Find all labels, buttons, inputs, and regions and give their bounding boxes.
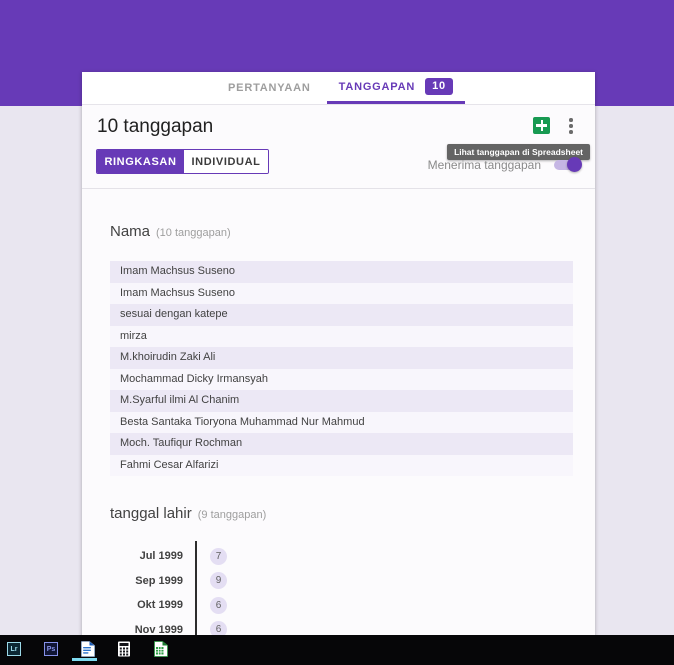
taskbar-writer-button[interactable] xyxy=(79,641,95,657)
list-item: Imam Machsus Suseno xyxy=(110,282,573,304)
chart-row: Sep 1999 9 xyxy=(111,569,227,594)
list-item: Fahmi Cesar Alfarizi xyxy=(110,454,573,476)
list-item: M.khoirudin Zaki Ali xyxy=(110,347,573,369)
section-nama-count: (10 tanggapan) xyxy=(156,227,231,239)
list-item: sesuai dengan katepe xyxy=(110,304,573,326)
individual-button[interactable]: INDIVIDUAL xyxy=(184,150,268,173)
view-switcher: RINGKASAN INDIVIDUAL xyxy=(96,149,269,174)
taskbar-photoshop-button[interactable]: Ps xyxy=(43,641,59,657)
tanggal-lahir-chart: Jul 1999 7 Sep 1999 9 Okt 1999 6 Nov 199… xyxy=(111,541,227,665)
toggle-thumb xyxy=(567,157,582,172)
chart-tick-label: Nov 1999 xyxy=(134,623,183,636)
writer-document-icon xyxy=(81,641,95,657)
accepting-responses-toggle[interactable] xyxy=(554,157,582,172)
calc-spreadsheet-icon xyxy=(154,641,168,657)
accepting-responses-row: Menerima tanggapan xyxy=(427,157,582,172)
accepting-responses-label: Menerima tanggapan xyxy=(427,158,541,172)
section-tanggal-lahir-count: (9 tanggapan) xyxy=(197,509,267,521)
taskbar-lightroom-button[interactable]: Lr xyxy=(6,641,22,657)
tab-pertanyaan[interactable]: PERTANYAAN xyxy=(212,72,327,104)
chart-value-bubble: 9 xyxy=(210,572,227,590)
responses-count-badge: 10 xyxy=(425,78,453,95)
section-nama-heading: Nama (10 tanggapan) xyxy=(110,223,231,240)
tab-tanggapan-label: TANGGAPAN xyxy=(338,80,416,93)
taskbar-calculator-button[interactable] xyxy=(116,641,132,657)
chart-row: Okt 1999 6 xyxy=(111,593,227,618)
list-item: Mochammad Dicky Irmansyah xyxy=(110,368,573,390)
form-responses-card: PERTANYAAN TANGGAPAN 10 10 tanggapan RIN… xyxy=(82,72,595,665)
chart-tick-label: Sep 1999 xyxy=(135,574,183,587)
chart-value-bubble: 7 xyxy=(210,547,227,565)
chart-tick-label: Okt 1999 xyxy=(137,599,183,612)
nama-responses-list: Imam Machsus Suseno Imam Machsus Suseno … xyxy=(110,261,573,476)
chart-value-bubble: 6 xyxy=(210,596,227,614)
screen: PERTANYAAN TANGGAPAN 10 10 tanggapan RIN… xyxy=(0,0,674,665)
lightroom-icon: Lr xyxy=(7,642,21,656)
view-in-spreadsheet-icon[interactable] xyxy=(533,117,550,134)
tab-tanggapan[interactable]: TANGGAPAN 10 xyxy=(326,72,465,104)
section-tanggal-lahir-heading: tanggal lahir (9 tanggapan) xyxy=(110,505,266,522)
list-item: Imam Machsus Suseno xyxy=(110,261,573,283)
page-title: 10 tanggapan xyxy=(97,116,214,137)
list-item: M.Syarful ilmi Al Chanim xyxy=(110,390,573,412)
taskbar-active-indicator xyxy=(72,658,97,661)
ringkasan-button[interactable]: RINGKASAN xyxy=(97,150,184,173)
list-item: mirza xyxy=(110,325,573,347)
section-tanggal-lahir-title: tanggal lahir xyxy=(110,505,192,522)
header-divider xyxy=(82,188,595,189)
more-options-icon[interactable] xyxy=(569,118,573,134)
taskbar-calc-button[interactable] xyxy=(152,641,168,657)
chart-tick-label: Jul 1999 xyxy=(139,550,183,563)
form-tabbar: PERTANYAAN TANGGAPAN 10 xyxy=(82,72,595,105)
section-nama-title: Nama xyxy=(110,223,151,240)
calculator-icon xyxy=(118,641,130,657)
photoshop-icon: Ps xyxy=(44,642,58,656)
list-item: Besta Santaka Tioryona Muhammad Nur Mahm… xyxy=(110,411,573,433)
os-taskbar: Lr Ps xyxy=(0,635,674,665)
list-item: Moch. Taufiqur Rochman xyxy=(110,433,573,455)
chart-row: Jul 1999 7 xyxy=(111,544,227,569)
